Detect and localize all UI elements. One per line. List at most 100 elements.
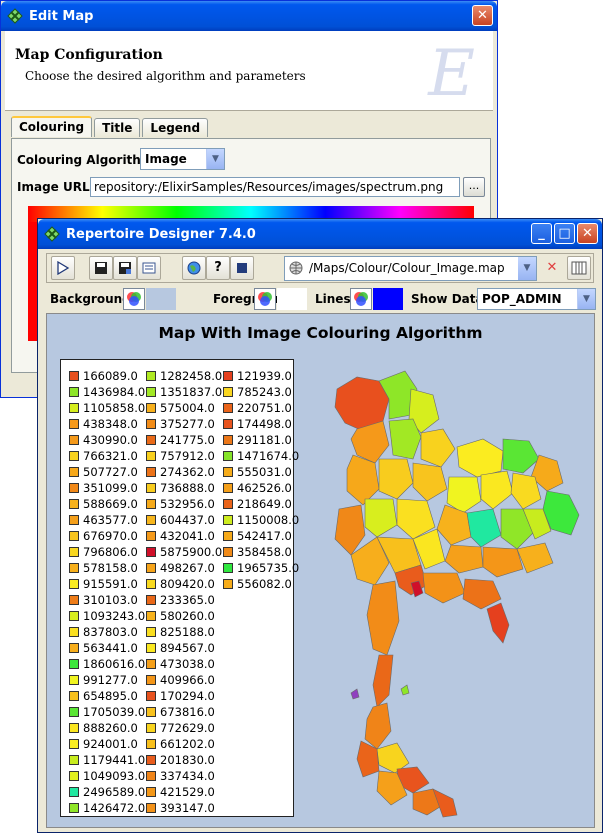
legend-value: 766321.0 [83,449,138,463]
legend-swatch [69,771,79,781]
legend-swatch [69,595,79,605]
show-data-select[interactable]: POP_ADMIN ▼ [477,288,596,310]
legend-value: 785243.0 [237,385,292,399]
legend-value: 498267.0 [160,561,215,575]
legend-value: 220751.0 [237,401,292,415]
columns-icon[interactable] [567,256,591,280]
legend-swatch [146,659,156,669]
legend-item: 991277.0 [69,672,145,688]
legend-item: 1282458.0 [146,368,222,384]
legend-swatch [146,643,156,653]
legend-swatch [69,675,79,685]
legend-value: 915591.0 [83,577,138,591]
delete-button[interactable]: ✕ [540,256,564,280]
square-icon[interactable] [230,256,254,280]
legend-swatch [69,483,79,493]
map-region [400,684,410,696]
legend-value: 507727.0 [83,465,138,479]
legend-swatch [223,371,233,381]
legend-item: 170294.0 [146,688,222,704]
legend-swatch [223,467,233,477]
legend-swatch [146,547,156,557]
edit-map-titlebar[interactable]: Edit Map ✕ [1,1,497,31]
legend-swatch [146,435,156,445]
legend-value: 837803.0 [83,625,138,639]
legend-item: 673816.0 [146,704,222,720]
legend-item: 532956.0 [146,496,222,512]
globe-icon[interactable] [182,256,206,280]
save-as-icon[interactable] [113,256,137,280]
save-icon[interactable] [89,256,113,280]
tab-colouring[interactable]: Colouring [11,116,93,137]
algorithm-value: Image [145,152,187,166]
legend-item: 766321.0 [69,448,145,464]
legend-swatch [69,419,79,429]
legend-swatch [69,387,79,397]
legend-item: 473038.0 [146,656,222,672]
legend-item: 241775.0 [146,432,222,448]
legend-item: 507727.0 [69,464,145,480]
map-path-select[interactable]: /Maps/Colour/Colour_Image.map ▼ [284,256,537,281]
map-region [350,688,360,700]
legend-item: 1105858.0 [69,400,145,416]
designer-titlebar[interactable]: Repertoire Designer 7.4.0 _ □ ✕ [38,219,602,249]
chevron-down-icon[interactable]: ▼ [206,149,224,169]
close-button[interactable]: ✕ [472,5,493,26]
legend-value: 462526.0 [237,481,292,495]
legend-value: 170294.0 [160,689,215,703]
browse-button[interactable]: ... [463,177,485,197]
legend-item: 542417.0 [223,528,299,544]
minimize-button[interactable]: _ [531,223,552,244]
legend-item: 837803.0 [69,624,145,640]
image-url-input[interactable]: repository:/ElixirSamples/Resources/imag… [90,177,460,197]
maximize-button[interactable]: □ [554,223,575,244]
foreground-color-picker[interactable] [254,288,276,310]
legend-value: 888260.0 [83,721,138,735]
legend-swatch [69,531,79,541]
play-icon[interactable] [51,256,75,280]
show-data-value: POP_ADMIN [482,292,562,306]
tab-legend[interactable]: Legend [142,118,209,137]
designer-window: Repertoire Designer 7.4.0 _ □ ✕ ? /Maps/… [37,218,603,833]
chevron-down-icon[interactable]: ▼ [518,257,536,280]
legend-column: 166089.0 1436984.0 1105858.0 438348.0 430990… [69,368,145,816]
lines-swatch [373,288,403,310]
legend-item: 894567.0 [146,640,222,656]
legend-item: 1436984.0 [69,384,145,400]
background-color-picker[interactable] [123,288,145,310]
legend-swatch [146,371,156,381]
legend-item: 556082.0 [223,576,299,592]
legend-swatch [146,451,156,461]
background-swatch [146,288,176,310]
tab-title[interactable]: Title [94,118,141,137]
close-button[interactable]: ✕ [577,223,598,244]
legend-value: 555031.0 [237,465,292,479]
legend-swatch [69,499,79,509]
legend-value: 393147.0 [160,801,215,815]
legend-swatch [69,627,79,637]
help-button[interactable]: ? [206,256,230,280]
legend-item: 736888.0 [146,480,222,496]
map-path: /Maps/Colour/Colour_Image.map [309,261,505,275]
legend-value: 1351837.0 [160,385,223,399]
map-region [420,428,456,468]
legend-item: 1351837.0 [146,384,222,400]
chevron-down-icon[interactable]: ▼ [577,289,595,309]
legend-value: 241775.0 [160,433,215,447]
lines-color-picker[interactable] [350,288,372,310]
legend-swatch [223,563,233,573]
legend-item: 220751.0 [223,400,299,416]
legend-item: 233365.0 [146,592,222,608]
legend-value: 2496589.0 [83,785,146,799]
legend-swatch [69,547,79,557]
properties-icon[interactable] [137,256,161,280]
legend-swatch [223,515,233,525]
legend-swatch [146,803,156,813]
algorithm-select[interactable]: Image ▼ [140,148,225,170]
legend-value: 1179441.0 [83,753,146,767]
legend-item: 291181.0 [223,432,299,448]
legend-swatch [69,611,79,621]
legend-swatch [69,643,79,653]
legend-item: 351099.0 [69,480,145,496]
legend-swatch [69,659,79,669]
